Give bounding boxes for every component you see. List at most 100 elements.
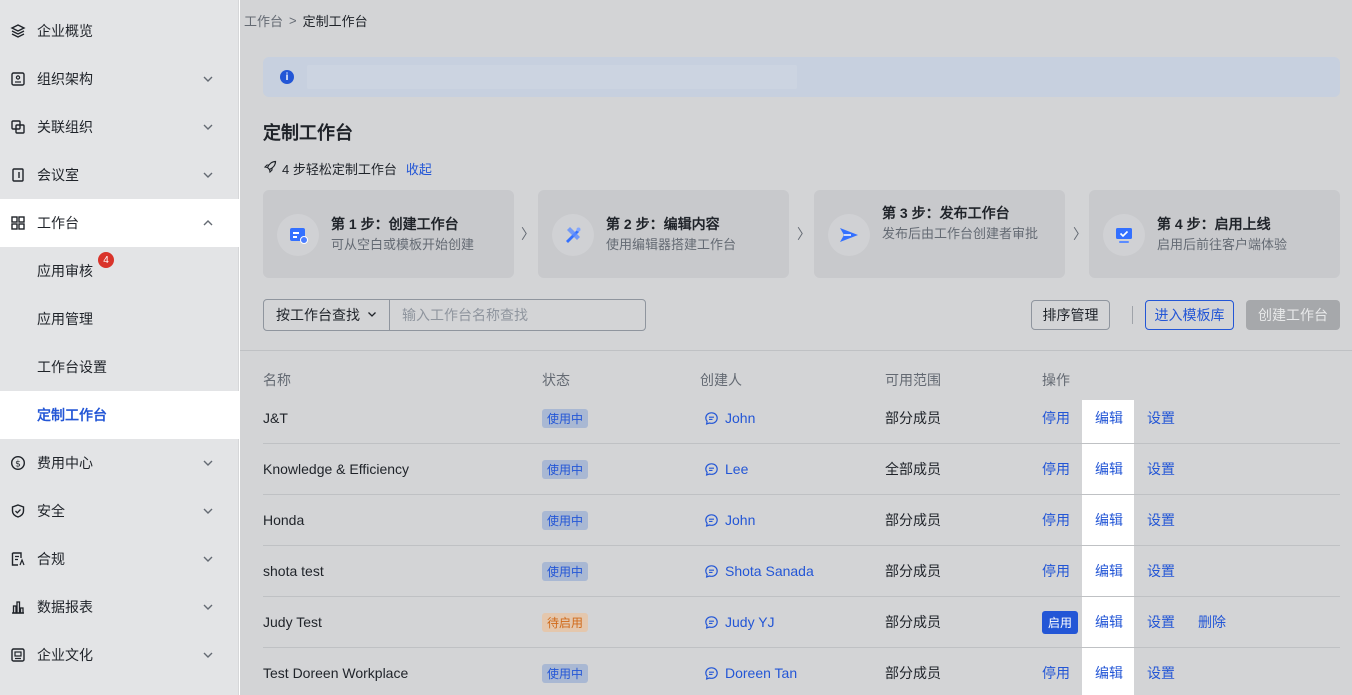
- page-title: 定制工作台: [263, 123, 353, 143]
- sub-label: 应用管理: [37, 311, 93, 327]
- sort-management-button[interactable]: 排序管理: [1031, 300, 1110, 330]
- step-title: 第 3 步：发布工作台: [882, 205, 1010, 221]
- breadcrumb-parent[interactable]: 工作台: [244, 11, 283, 30]
- nav-item-compliance[interactable]: 合规: [0, 535, 239, 583]
- disable-button[interactable]: 停用: [1042, 561, 1070, 581]
- steps-header: 4 步轻松定制工作台 收起: [263, 159, 432, 178]
- creator-link[interactable]: Judy YJ: [704, 597, 775, 647]
- creator-name: John: [725, 512, 756, 528]
- link-org-icon: [10, 119, 26, 135]
- creator-link[interactable]: Shota Sanada: [704, 546, 814, 596]
- door-icon: [10, 167, 26, 183]
- scope-text: 部分成员: [885, 512, 941, 528]
- disable-button[interactable]: 停用: [1042, 408, 1070, 428]
- step-card-3: 第 3 步：发布工作台 发布后由工作台创建者审批: [814, 190, 1065, 278]
- settings-button[interactable]: 设置: [1147, 408, 1175, 428]
- edit-button[interactable]: 编辑: [1095, 408, 1123, 428]
- create-workplace-button[interactable]: 创建工作台: [1246, 300, 1340, 330]
- workplace-name: Knowledge & Efficiency: [263, 461, 410, 477]
- disable-button[interactable]: 停用: [1042, 459, 1070, 479]
- search-type-label: 按工作台查找: [276, 307, 360, 323]
- sidebar-item-app-management[interactable]: 应用管理: [0, 295, 239, 343]
- step-title: 第 1 步：创建工作台: [331, 216, 459, 232]
- divider: [1132, 306, 1133, 324]
- sidebar-item-workplace-settings[interactable]: 工作台设置: [0, 343, 239, 391]
- edit-button[interactable]: 编辑: [1095, 510, 1123, 530]
- edit-button[interactable]: 编辑: [1095, 459, 1123, 479]
- banner-text-placeholder: [307, 65, 797, 89]
- chevron-down-icon: [201, 648, 215, 662]
- step-title: 第 2 步：编辑内容: [606, 216, 720, 232]
- rocket-icon: [263, 160, 277, 177]
- search-bar: 按工作台查找: [263, 299, 646, 331]
- template-library-button[interactable]: 进入模板库: [1145, 300, 1234, 330]
- chat-icon: [704, 666, 719, 681]
- scope-text: 部分成员: [885, 563, 941, 579]
- nav-item-workplace[interactable]: 工作台: [0, 199, 239, 247]
- settings-button[interactable]: 设置: [1147, 561, 1175, 581]
- creator-link[interactable]: Lee: [704, 444, 748, 494]
- table-row: Knowledge & Efficiency 使用中 Lee 全部成员 停用 编辑 设置: [263, 444, 1340, 495]
- table-row: Judy Test 待启用 Judy YJ 部分成员 启用 编辑 设置 删除: [263, 597, 1340, 648]
- org-icon: [10, 71, 26, 87]
- info-icon: i: [280, 70, 294, 84]
- collapse-steps-link[interactable]: 收起: [406, 159, 432, 178]
- chevron-down-icon: [201, 168, 215, 182]
- sidebar-item-app-review[interactable]: 应用审核: [0, 247, 239, 295]
- edit-button[interactable]: 编辑: [1095, 561, 1123, 581]
- culture-icon: [10, 647, 26, 663]
- nav-item-reports[interactable]: 数据报表: [0, 583, 239, 631]
- edit-button[interactable]: 编辑: [1095, 612, 1123, 632]
- creator-link[interactable]: Doreen Tan: [704, 648, 797, 695]
- step-arrow-icon: 〉: [1073, 226, 1087, 242]
- creator-name: Lee: [725, 461, 749, 477]
- nav-item-org[interactable]: 组织架构: [0, 55, 239, 103]
- workplace-name: J&T: [263, 410, 288, 426]
- delete-button[interactable]: 删除: [1198, 612, 1226, 632]
- creator-link[interactable]: John: [704, 495, 755, 545]
- chevron-down-icon: [201, 456, 215, 470]
- chat-icon: [704, 615, 719, 630]
- settings-button[interactable]: 设置: [1147, 663, 1175, 683]
- nav-item-overview[interactable]: 企业概览: [0, 7, 239, 55]
- chevron-down-icon: [201, 504, 215, 518]
- nav-item-culture[interactable]: 企业文化: [0, 631, 239, 679]
- enable-button[interactable]: 启用: [1042, 610, 1079, 634]
- workplace-name: Honda: [263, 512, 305, 528]
- nav-item-meeting-room[interactable]: 会议室: [0, 151, 239, 199]
- step-card-2: 第 2 步：编辑内容 使用编辑器搭建工作台: [538, 190, 789, 278]
- compliance-icon: [10, 551, 26, 567]
- settings-button[interactable]: 设置: [1147, 510, 1175, 530]
- scope-text: 全部成员: [885, 461, 941, 477]
- search-type-select[interactable]: 按工作台查找: [264, 300, 390, 330]
- breadcrumb-current: 定制工作台: [302, 14, 368, 29]
- nav-item-linked-org[interactable]: 关联组织: [0, 103, 239, 151]
- steps-header-text: 4 步轻松定制工作台: [282, 162, 397, 177]
- breadcrumb-separator: >: [289, 13, 297, 28]
- settings-button[interactable]: 设置: [1147, 459, 1175, 479]
- creator-name: Shota Sanada: [725, 563, 814, 579]
- nav-label: 企业文化: [37, 647, 93, 663]
- status-badge: 使用中: [542, 561, 589, 581]
- nav-label: 安全: [37, 503, 65, 519]
- nav-item-security[interactable]: 安全: [0, 487, 239, 535]
- creator-link[interactable]: John: [704, 393, 755, 443]
- step-desc: 发布后由工作台创建者审批: [882, 226, 1039, 241]
- publish-icon: [828, 214, 870, 256]
- chat-icon: [704, 564, 719, 579]
- nav-item-billing[interactable]: $ 费用中心: [0, 439, 239, 487]
- sidebar-item-custom-workplace[interactable]: 定制工作台: [0, 391, 239, 439]
- search-input[interactable]: [390, 300, 645, 330]
- nav-label: 组织架构: [37, 71, 93, 87]
- step-desc: 启用后前往客户端体验: [1157, 237, 1288, 252]
- info-banner: i: [263, 57, 1340, 97]
- step-desc: 使用编辑器搭建工作台: [606, 237, 737, 252]
- step-arrow-icon: 〉: [521, 226, 535, 242]
- disable-button[interactable]: 停用: [1042, 510, 1070, 530]
- settings-button[interactable]: 设置: [1147, 612, 1175, 632]
- edit-button[interactable]: 编辑: [1095, 663, 1123, 683]
- chevron-down-icon: [201, 72, 215, 86]
- nav-label: 关联组织: [37, 119, 93, 135]
- status-badge: 待启用: [542, 612, 589, 632]
- disable-button[interactable]: 停用: [1042, 663, 1070, 683]
